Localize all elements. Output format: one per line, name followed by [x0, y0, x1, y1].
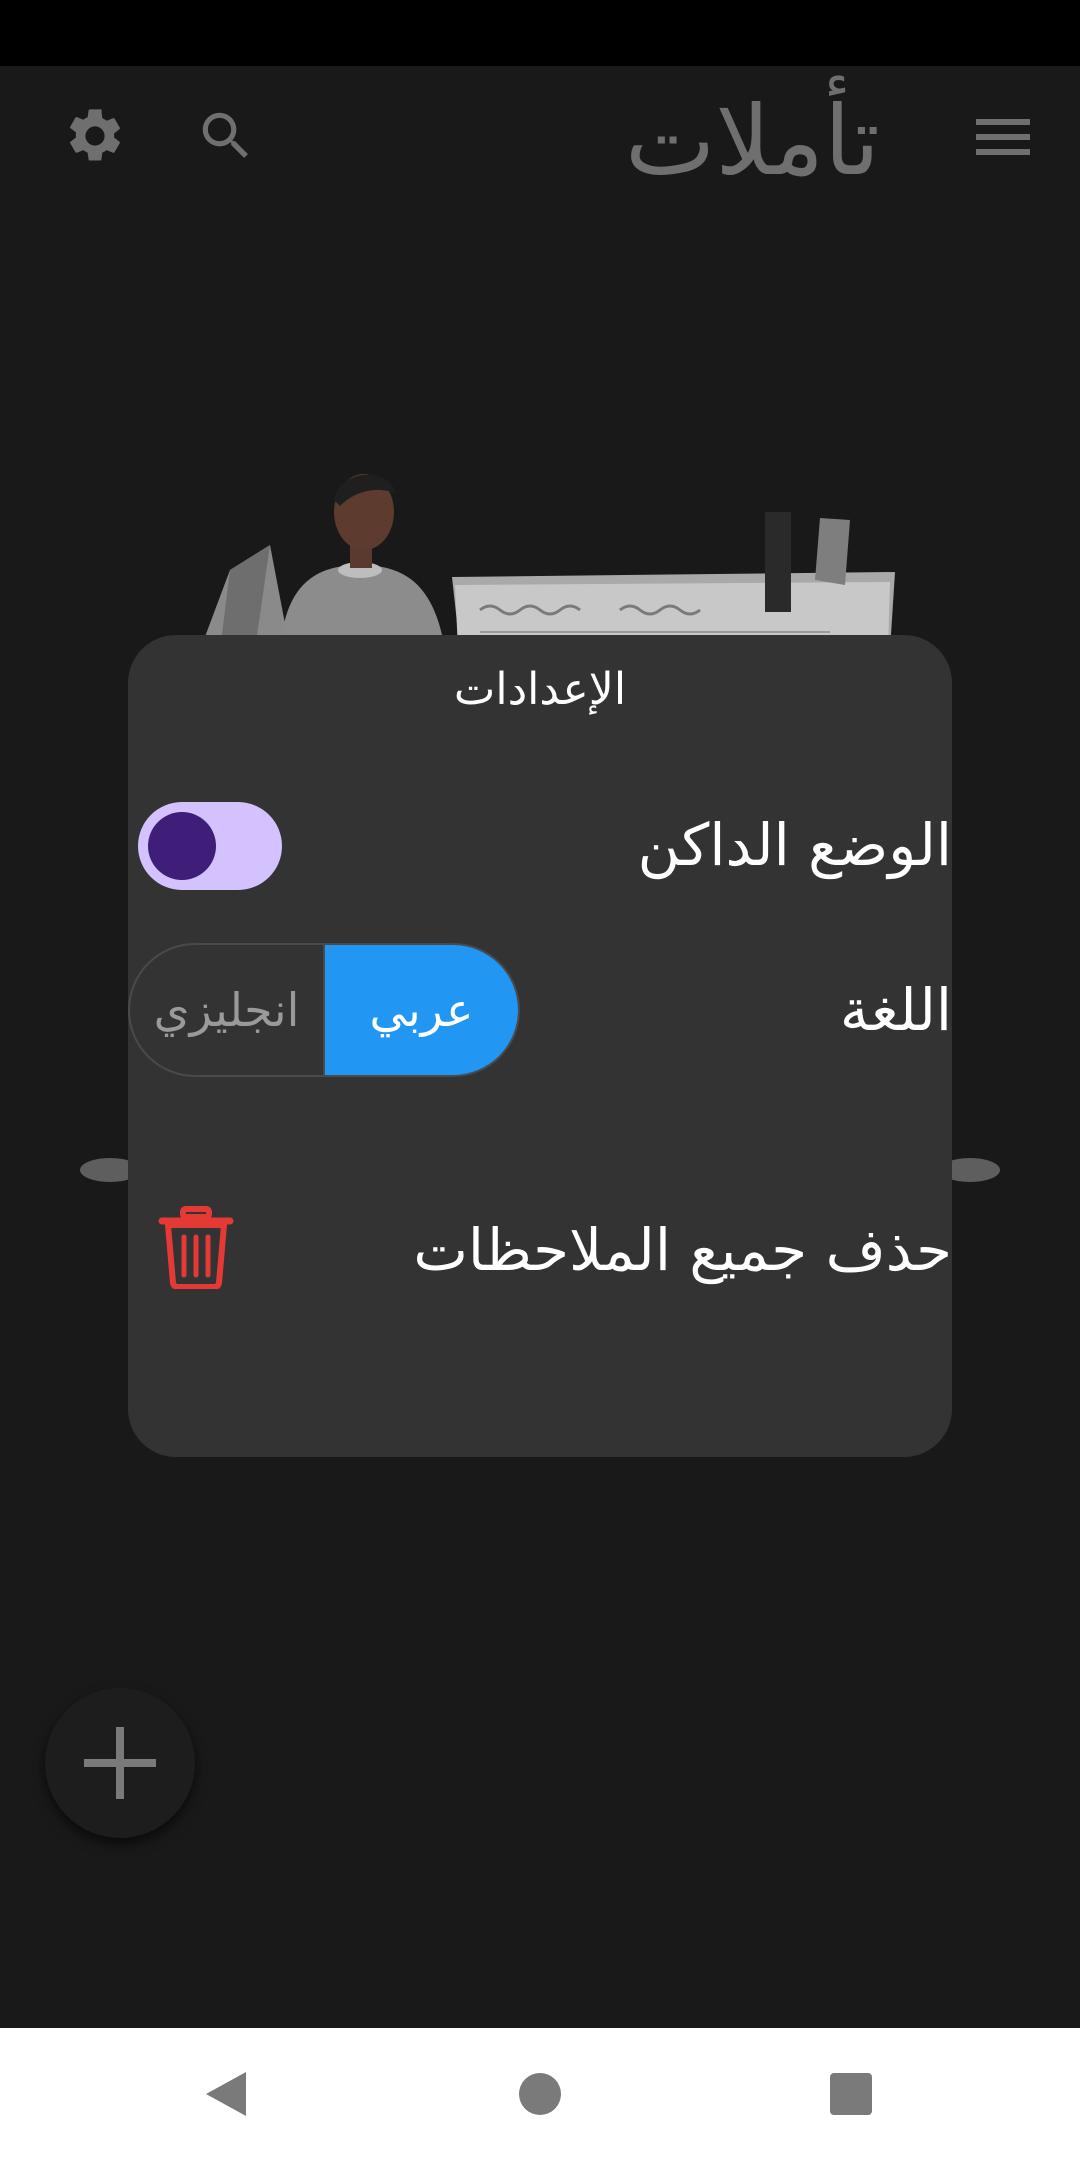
- search-icon: [202, 112, 248, 158]
- app-bar: تأملات: [0, 66, 1080, 216]
- search-button[interactable]: [186, 96, 266, 176]
- language-option-arabic[interactable]: عربي: [325, 945, 518, 1075]
- dialog-title: الإعدادات: [453, 664, 627, 715]
- language-option-english[interactable]: انجليزي: [130, 945, 325, 1075]
- nav-home-button[interactable]: [500, 2054, 580, 2134]
- square-recents-icon: [830, 2073, 872, 2115]
- language-label: اللغة: [839, 976, 952, 1044]
- plus-icon: [84, 1727, 156, 1799]
- delete-all-notes-label[interactable]: حذف جميع الملاحظات: [413, 1205, 952, 1295]
- app-title: تأملات: [624, 85, 880, 197]
- language-toggle[interactable]: انجليزي عربي: [128, 943, 520, 1077]
- dark-mode-label: الوضع الداكن: [637, 811, 952, 879]
- circle-home-icon: [519, 2073, 561, 2115]
- settings-dialog: الإعدادات الوضع الداكن اللغة انجليزي عرب…: [128, 635, 952, 1457]
- nav-recents-button[interactable]: [811, 2054, 891, 2134]
- status-bar: [0, 0, 1080, 66]
- settings-button[interactable]: [55, 96, 135, 176]
- add-note-button[interactable]: [45, 1688, 195, 1838]
- menu-button[interactable]: [963, 102, 1043, 172]
- system-nav-bar: [0, 2028, 1080, 2160]
- nav-back-button[interactable]: [186, 2054, 266, 2134]
- switch-knob: [148, 812, 216, 880]
- dark-mode-switch[interactable]: [138, 802, 282, 890]
- delete-all-button[interactable]: [158, 1205, 234, 1290]
- hamburger-menu-icon: [976, 119, 1030, 155]
- empty-state-illustration: [190, 460, 910, 650]
- triangle-back-icon: [206, 2072, 246, 2116]
- trash-icon: [158, 1206, 234, 1290]
- gear-icon: [70, 109, 120, 161]
